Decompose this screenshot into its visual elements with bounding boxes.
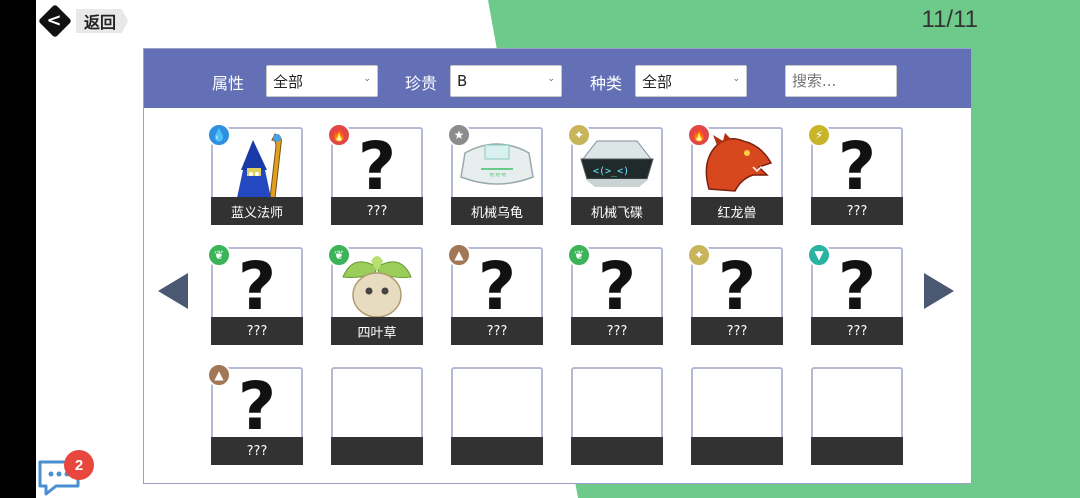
back-button[interactable]: < 返回 — [38, 6, 134, 36]
lightning-icon: ⚡ — [807, 123, 831, 147]
empty-card-slot — [691, 367, 783, 465]
card-name: ??? — [451, 317, 543, 345]
kind-label: 种类 — [590, 74, 623, 93]
empty-slot — [573, 369, 661, 439]
card-name: 机械飞碟 — [571, 197, 663, 225]
filter-bar: 属性 全部 ⌄ 珍贵 B ⌄ 种类 全部 ⌄ — [144, 49, 971, 108]
fire-icon: 🔥 — [327, 123, 351, 147]
empty-slot — [693, 369, 781, 439]
empty-card-slot — [571, 367, 663, 465]
search-input[interactable] — [785, 65, 897, 97]
prev-page-arrow-icon[interactable] — [158, 273, 188, 309]
tornado-icon: ▼ — [807, 243, 831, 267]
card-name: 机械乌龟 — [451, 197, 543, 225]
next-page-arrow-icon[interactable] — [924, 273, 954, 309]
monster-card[interactable]: <(>_<) 机械飞碟 ✦ — [567, 123, 663, 225]
monster-card[interactable]: ???? ❦ — [567, 243, 663, 345]
empty-card-slot — [811, 367, 903, 465]
leaf-icon: ❦ — [327, 243, 351, 267]
card-name: ??? — [211, 317, 303, 345]
attribute-select[interactable]: 全部 ⌄ — [266, 65, 378, 97]
leaf-icon: ❦ — [567, 243, 591, 267]
empty-card-slot — [451, 367, 543, 465]
monster-card[interactable]: ???? 🔥 — [327, 123, 423, 225]
card-name: ??? — [571, 317, 663, 345]
card-name: ??? — [811, 197, 903, 225]
kind-select[interactable]: 全部 ⌄ — [635, 65, 747, 97]
sparkle-icon: ✦ — [687, 243, 711, 267]
card-name: ??? — [691, 317, 783, 345]
empty-slot — [453, 369, 541, 439]
sparkle-icon: ✦ — [567, 123, 591, 147]
star-icon: ★ — [447, 123, 471, 147]
monster-card[interactable]: ???? ▲ — [207, 363, 303, 465]
water-drop-icon: 💧 — [207, 123, 231, 147]
chevron-down-icon: ⌄ — [732, 74, 740, 84]
card-name — [691, 437, 783, 465]
monster-card[interactable]: 蓝义法师 💧 — [207, 123, 303, 225]
empty-slot — [333, 369, 421, 439]
empty-card-slot — [331, 367, 423, 465]
monster-card[interactable]: 红龙兽 🔥 — [687, 123, 783, 225]
monster-card[interactable]: 四叶草 ❦ — [327, 243, 423, 345]
rarity-label: 珍贵 — [405, 74, 438, 93]
card-name: 红龙兽 — [691, 197, 783, 225]
card-name — [331, 437, 423, 465]
mountain-icon: ▲ — [447, 243, 471, 267]
mountain-icon: ▲ — [207, 363, 231, 387]
fire-icon: 🔥 — [687, 123, 711, 147]
svg-text:<(>_<): <(>_<) — [593, 166, 629, 177]
card-name — [571, 437, 663, 465]
chevron-down-icon: ⌄ — [363, 74, 371, 84]
svg-text:≋≋≋: ≋≋≋ — [489, 171, 507, 179]
attribute-label: 属性 — [212, 74, 245, 93]
back-label: 返回 — [76, 9, 129, 33]
empty-slot — [813, 369, 901, 439]
monster-card[interactable]: ???? ▲ — [447, 243, 543, 345]
monster-card[interactable]: ???? ⚡ — [807, 123, 903, 225]
rarity-value: B — [457, 72, 468, 90]
monster-card[interactable]: ≋≋≋ 机械乌龟 ★ — [447, 123, 543, 225]
chevron-down-icon: ⌄ — [547, 74, 555, 84]
card-name: ??? — [211, 437, 303, 465]
left-black-bar — [0, 0, 36, 498]
card-name: 蓝义法师 — [211, 197, 303, 225]
card-name: ??? — [811, 317, 903, 345]
rarity-select[interactable]: B ⌄ — [450, 65, 562, 97]
chevron-left-icon: < — [38, 4, 72, 38]
monster-card[interactable]: ???? ▼ — [807, 243, 903, 345]
monster-card[interactable]: ???? ❦ — [207, 243, 303, 345]
leaf-icon: ❦ — [207, 243, 231, 267]
monster-card[interactable]: ???? ✦ — [687, 243, 783, 345]
attribute-value: 全部 — [273, 72, 304, 91]
card-name: ??? — [331, 197, 423, 225]
kind-value: 全部 — [642, 72, 673, 91]
unread-badge: 2 — [64, 450, 94, 480]
card-name: 四叶草 — [331, 317, 423, 345]
card-name — [811, 437, 903, 465]
card-name — [451, 437, 543, 465]
page-indicator: 11/11 — [921, 6, 979, 33]
